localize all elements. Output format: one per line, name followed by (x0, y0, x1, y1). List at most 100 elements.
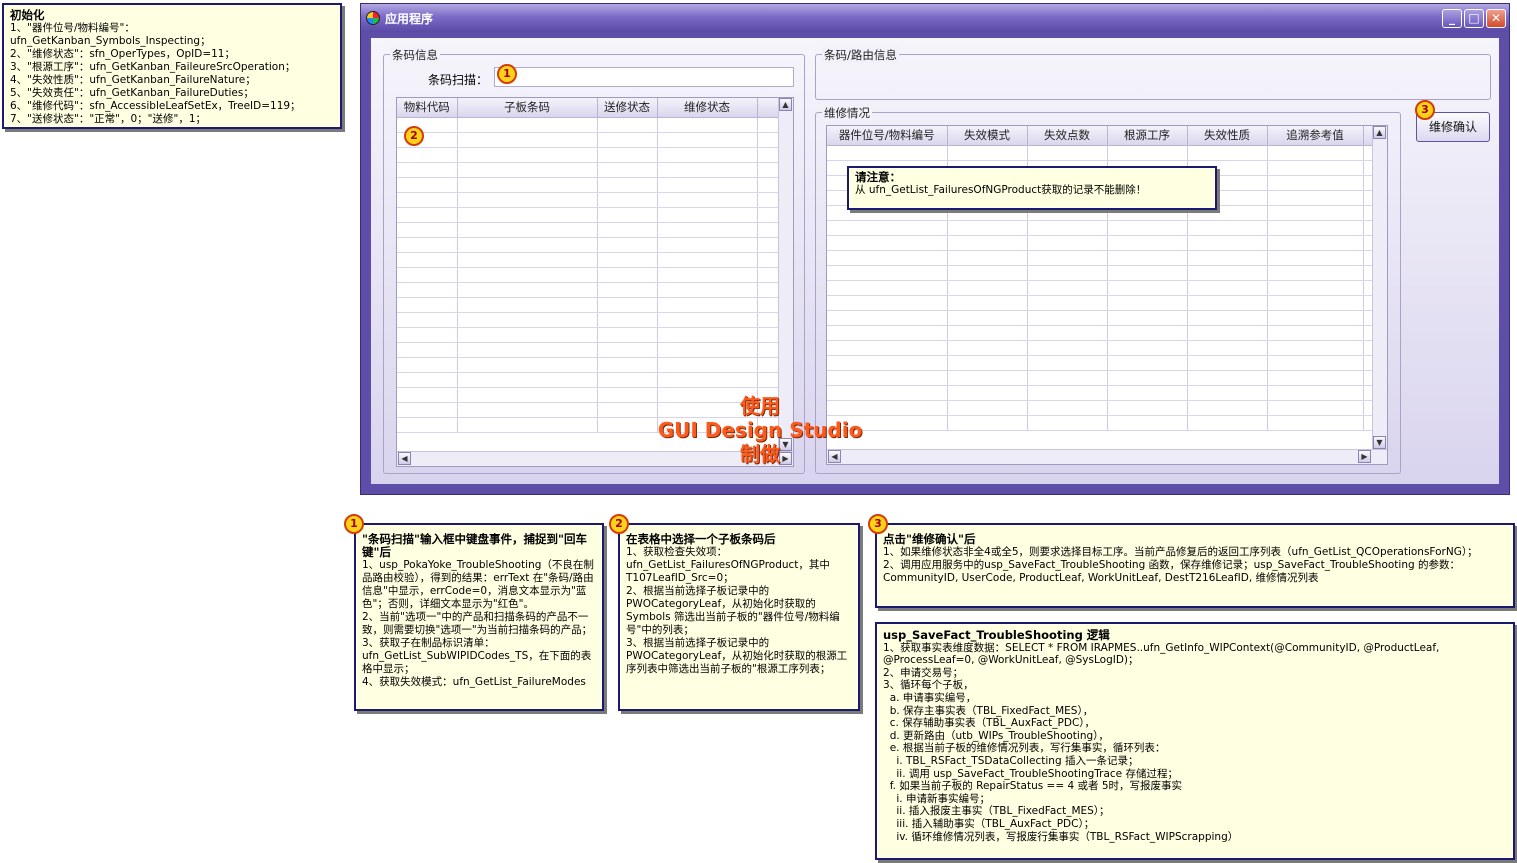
column-header[interactable]: 根源工序 (1107, 126, 1188, 146)
table-cell[interactable] (1107, 220, 1188, 236)
title-bar[interactable]: 应用程序 _ □ ✕ (361, 4, 1509, 32)
table-row[interactable] (827, 310, 1374, 326)
table-cell[interactable] (1027, 415, 1108, 431)
table-cell[interactable] (1027, 250, 1108, 266)
table-row[interactable] (827, 145, 1374, 161)
table-cell[interactable] (757, 252, 780, 268)
table-cell[interactable] (947, 145, 1028, 161)
table-cell[interactable] (457, 162, 598, 178)
table-cell[interactable] (397, 162, 458, 178)
table-cell[interactable] (597, 387, 658, 403)
table-cell[interactable] (947, 220, 1028, 236)
table-cell[interactable] (827, 265, 948, 281)
table-cell[interactable] (1027, 310, 1108, 326)
table-row[interactable] (397, 267, 780, 283)
table-cell[interactable] (1267, 205, 1364, 221)
table-row[interactable] (827, 385, 1374, 401)
table-cell[interactable] (597, 282, 658, 298)
table-cell[interactable] (597, 147, 658, 163)
table-cell[interactable] (1027, 385, 1108, 401)
table-cell[interactable] (397, 372, 458, 388)
table-row[interactable] (397, 372, 780, 388)
table-cell[interactable] (947, 265, 1028, 281)
table-cell[interactable] (827, 295, 948, 311)
table-cell[interactable] (1187, 325, 1268, 341)
table-cell[interactable] (657, 132, 758, 148)
table-cell[interactable] (597, 417, 658, 433)
table-cell[interactable] (757, 372, 780, 388)
table-cell[interactable] (657, 357, 758, 373)
table-cell[interactable] (1187, 385, 1268, 401)
table-cell[interactable] (1107, 295, 1188, 311)
table-cell[interactable] (657, 312, 758, 328)
table-cell[interactable] (597, 342, 658, 358)
table-cell[interactable] (827, 370, 948, 386)
table-cell[interactable] (457, 177, 598, 193)
table-cell[interactable] (457, 117, 598, 133)
table-cell[interactable] (1187, 265, 1268, 281)
table-cell[interactable] (597, 192, 658, 208)
table-cell[interactable] (1267, 145, 1364, 161)
table-row[interactable] (827, 220, 1374, 236)
table-cell[interactable] (757, 207, 780, 223)
table-cell[interactable] (597, 132, 658, 148)
table-row[interactable] (827, 250, 1374, 266)
table-cell[interactable] (1267, 190, 1364, 206)
table-cell[interactable] (397, 222, 458, 238)
table-cell[interactable] (757, 117, 780, 133)
table-cell[interactable] (397, 387, 458, 403)
table-row[interactable] (827, 400, 1374, 416)
table-cell[interactable] (597, 207, 658, 223)
table-cell[interactable] (1187, 145, 1268, 161)
column-header[interactable]: 子板条码 (457, 98, 598, 118)
table-cell[interactable] (457, 252, 598, 268)
table-cell[interactable] (827, 355, 948, 371)
table-cell[interactable] (1187, 220, 1268, 236)
table-row[interactable] (397, 117, 780, 133)
table-cell[interactable] (397, 282, 458, 298)
table-cell[interactable] (947, 250, 1028, 266)
table-cell[interactable] (947, 325, 1028, 341)
table-cell[interactable] (597, 372, 658, 388)
table-cell[interactable] (457, 267, 598, 283)
table-cell[interactable] (1027, 220, 1108, 236)
table-cell[interactable] (657, 342, 758, 358)
minimize-button[interactable]: _ (1442, 9, 1462, 28)
table-row[interactable] (397, 282, 780, 298)
table-cell[interactable] (757, 357, 780, 373)
table-cell[interactable] (827, 310, 948, 326)
table-cell[interactable] (457, 192, 598, 208)
table-cell[interactable] (947, 415, 1028, 431)
table-cell[interactable] (947, 310, 1028, 326)
table-cell[interactable] (757, 297, 780, 313)
table-cell[interactable] (597, 402, 658, 418)
close-button[interactable]: ✕ (1486, 9, 1506, 28)
table-cell[interactable] (457, 147, 598, 163)
table-cell[interactable] (1107, 415, 1188, 431)
table-cell[interactable] (457, 387, 598, 403)
table-cell[interactable] (1187, 295, 1268, 311)
table-cell[interactable] (827, 250, 948, 266)
table-cell[interactable] (757, 267, 780, 283)
table-cell[interactable] (1107, 385, 1188, 401)
table-cell[interactable] (827, 145, 948, 161)
table-cell[interactable] (1027, 370, 1108, 386)
table-cell[interactable] (457, 372, 598, 388)
table-cell[interactable] (947, 355, 1028, 371)
table-cell[interactable] (757, 147, 780, 163)
table-cell[interactable] (597, 327, 658, 343)
table-cell[interactable] (397, 342, 458, 358)
table-cell[interactable] (597, 177, 658, 193)
table-cell[interactable] (1267, 355, 1364, 371)
table-cell[interactable] (597, 222, 658, 238)
maximize-button[interactable]: □ (1464, 9, 1484, 28)
table-cell[interactable] (1267, 265, 1364, 281)
horizontal-scrollbar[interactable]: ◀ ▶ (827, 449, 1387, 464)
table-cell[interactable] (1187, 340, 1268, 356)
table-cell[interactable] (1027, 325, 1108, 341)
table-row[interactable] (827, 325, 1374, 341)
table-cell[interactable] (597, 162, 658, 178)
table-cell[interactable] (757, 222, 780, 238)
table-cell[interactable] (397, 252, 458, 268)
table-row[interactable] (397, 177, 780, 193)
